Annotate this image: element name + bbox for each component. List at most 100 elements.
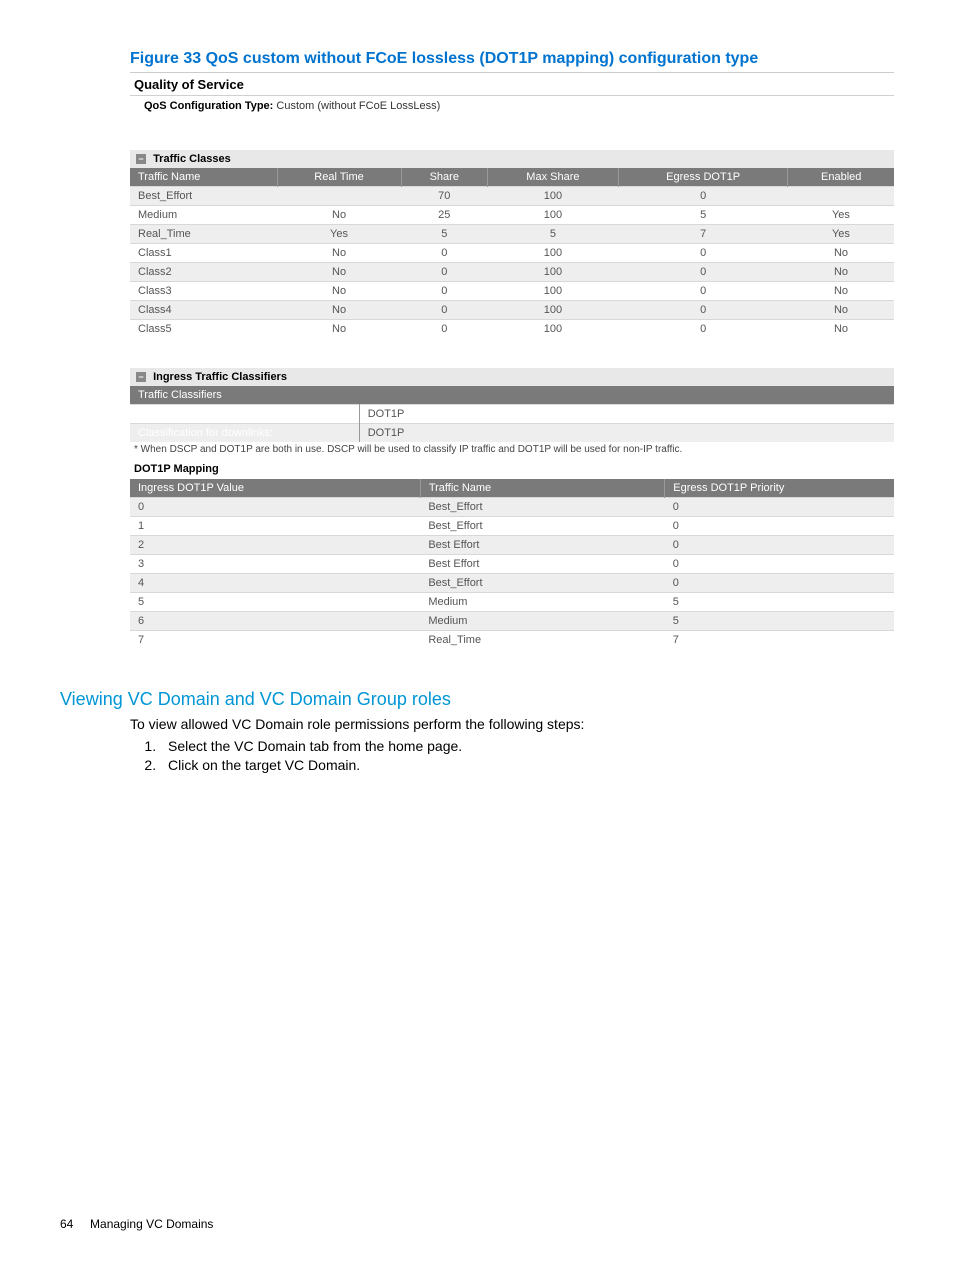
collapse-icon[interactable]: − xyxy=(136,154,146,164)
table-cell: No xyxy=(277,301,401,320)
table-cell: 0 xyxy=(401,320,487,339)
column-header: Egress DOT1P xyxy=(618,168,788,187)
uplinks-value: DOT1P xyxy=(359,405,894,424)
table-cell: No xyxy=(788,320,894,339)
config-value: Custom (without FCoE LossLess) xyxy=(276,100,440,112)
table-cell: 0 xyxy=(665,498,894,517)
table-cell: 0 xyxy=(401,301,487,320)
table-cell: Best Effort xyxy=(420,555,664,574)
page-footer: 64 Managing VC Domains xyxy=(60,1217,213,1231)
traffic-classes-table: Traffic NameReal TimeShareMax ShareEgres… xyxy=(130,168,894,338)
table-row: 3Best Effort0 xyxy=(130,555,894,574)
classifiers-table: Traffic Classifiers Classification for u… xyxy=(130,386,894,442)
table-cell: 0 xyxy=(665,536,894,555)
table-cell: 0 xyxy=(618,320,788,339)
config-type-line: QoS Configuration Type: Custom (without … xyxy=(130,96,894,120)
table-cell: 100 xyxy=(487,244,618,263)
column-header: Max Share xyxy=(487,168,618,187)
downlinks-value: DOT1P xyxy=(359,424,894,443)
table-cell: 0 xyxy=(665,517,894,536)
table-cell: 100 xyxy=(487,301,618,320)
table-cell: Real_Time xyxy=(130,225,277,244)
page-number: 64 xyxy=(60,1217,73,1231)
table-cell: 5 xyxy=(130,593,420,612)
table-cell: Best Effort xyxy=(420,536,664,555)
column-header: Egress DOT1P Priority xyxy=(665,479,894,498)
collapse-icon[interactable]: − xyxy=(136,372,146,382)
table-cell: 0 xyxy=(665,574,894,593)
traffic-classes-header: − Traffic Classes xyxy=(130,150,894,168)
steps-list: Select the VC Domain tab from the home p… xyxy=(160,738,894,773)
column-header: Ingress DOT1P Value xyxy=(130,479,420,498)
ingress-label: Ingress Traffic Classifiers xyxy=(153,371,287,383)
table-row: Class1No01000No xyxy=(130,244,894,263)
table-row: MediumNo251005Yes xyxy=(130,206,894,225)
column-header: Traffic Name xyxy=(420,479,664,498)
table-cell: Yes xyxy=(788,206,894,225)
table-cell: Best_Effort xyxy=(420,517,664,536)
downlinks-label: Classification for downlinks: xyxy=(130,424,359,443)
table-cell: Best_Effort xyxy=(420,498,664,517)
table-cell: Class1 xyxy=(130,244,277,263)
table-row: Class2No01000No xyxy=(130,263,894,282)
section-heading: Viewing VC Domain and VC Domain Group ro… xyxy=(60,689,894,710)
classifier-footnote: * When DSCP and DOT1P are both in use. D… xyxy=(130,442,894,457)
figure-title: Figure 33 QoS custom without FCoE lossle… xyxy=(130,50,894,68)
table-cell: 25 xyxy=(401,206,487,225)
chapter-name: Managing VC Domains xyxy=(90,1217,213,1231)
table-cell: No xyxy=(277,206,401,225)
table-cell: No xyxy=(788,282,894,301)
list-item: Click on the target VC Domain. xyxy=(160,757,894,773)
table-cell: Class2 xyxy=(130,263,277,282)
table-cell: Best_Effort xyxy=(130,187,277,206)
table-cell: 100 xyxy=(487,206,618,225)
column-header: Enabled xyxy=(788,168,894,187)
table-cell: Medium xyxy=(420,593,664,612)
table-cell: Class3 xyxy=(130,282,277,301)
table-row: Real_TimeYes557Yes xyxy=(130,225,894,244)
config-label: QoS Configuration Type: xyxy=(144,100,273,112)
table-cell: Best_Effort xyxy=(420,574,664,593)
qos-screenshot: Quality of Service QoS Configuration Typ… xyxy=(130,72,894,649)
table-cell: 100 xyxy=(487,282,618,301)
table-cell: Class4 xyxy=(130,301,277,320)
table-cell: No xyxy=(788,244,894,263)
table-row: Class4No01000No xyxy=(130,301,894,320)
table-cell: 0 xyxy=(401,244,487,263)
table-cell: No xyxy=(277,320,401,339)
column-header: Real Time xyxy=(277,168,401,187)
ingress-header: − Ingress Traffic Classifiers xyxy=(130,368,894,386)
table-cell: 100 xyxy=(487,320,618,339)
table-cell: No xyxy=(788,301,894,320)
table-cell: 5 xyxy=(487,225,618,244)
table-cell: 5 xyxy=(665,612,894,631)
table-cell: 0 xyxy=(401,263,487,282)
table-row: Class3No01000No xyxy=(130,282,894,301)
table-cell: 5 xyxy=(665,593,894,612)
dot1p-header: DOT1P Mapping xyxy=(130,457,894,479)
table-cell: 0 xyxy=(618,282,788,301)
table-cell: Medium xyxy=(420,612,664,631)
table-cell: 0 xyxy=(401,282,487,301)
table-cell: No xyxy=(277,244,401,263)
table-cell: 0 xyxy=(618,187,788,206)
table-cell: 7 xyxy=(618,225,788,244)
table-cell: No xyxy=(277,282,401,301)
table-cell: 1 xyxy=(130,517,420,536)
table-cell: 2 xyxy=(130,536,420,555)
table-row: 7Real_Time7 xyxy=(130,631,894,650)
table-cell: 100 xyxy=(487,263,618,282)
table-row: 6Medium5 xyxy=(130,612,894,631)
traffic-classes-label: Traffic Classes xyxy=(153,153,231,165)
table-cell: Class5 xyxy=(130,320,277,339)
table-row: 1Best_Effort0 xyxy=(130,517,894,536)
table-cell: 4 xyxy=(130,574,420,593)
classifiers-subheader: Traffic Classifiers xyxy=(130,386,894,405)
table-cell: No xyxy=(277,263,401,282)
table-row: Best_Effort701000 xyxy=(130,187,894,206)
list-item: Select the VC Domain tab from the home p… xyxy=(160,738,894,754)
table-row: 4Best_Effort0 xyxy=(130,574,894,593)
table-cell: 0 xyxy=(130,498,420,517)
table-cell: 7 xyxy=(130,631,420,650)
table-row: 0Best_Effort0 xyxy=(130,498,894,517)
